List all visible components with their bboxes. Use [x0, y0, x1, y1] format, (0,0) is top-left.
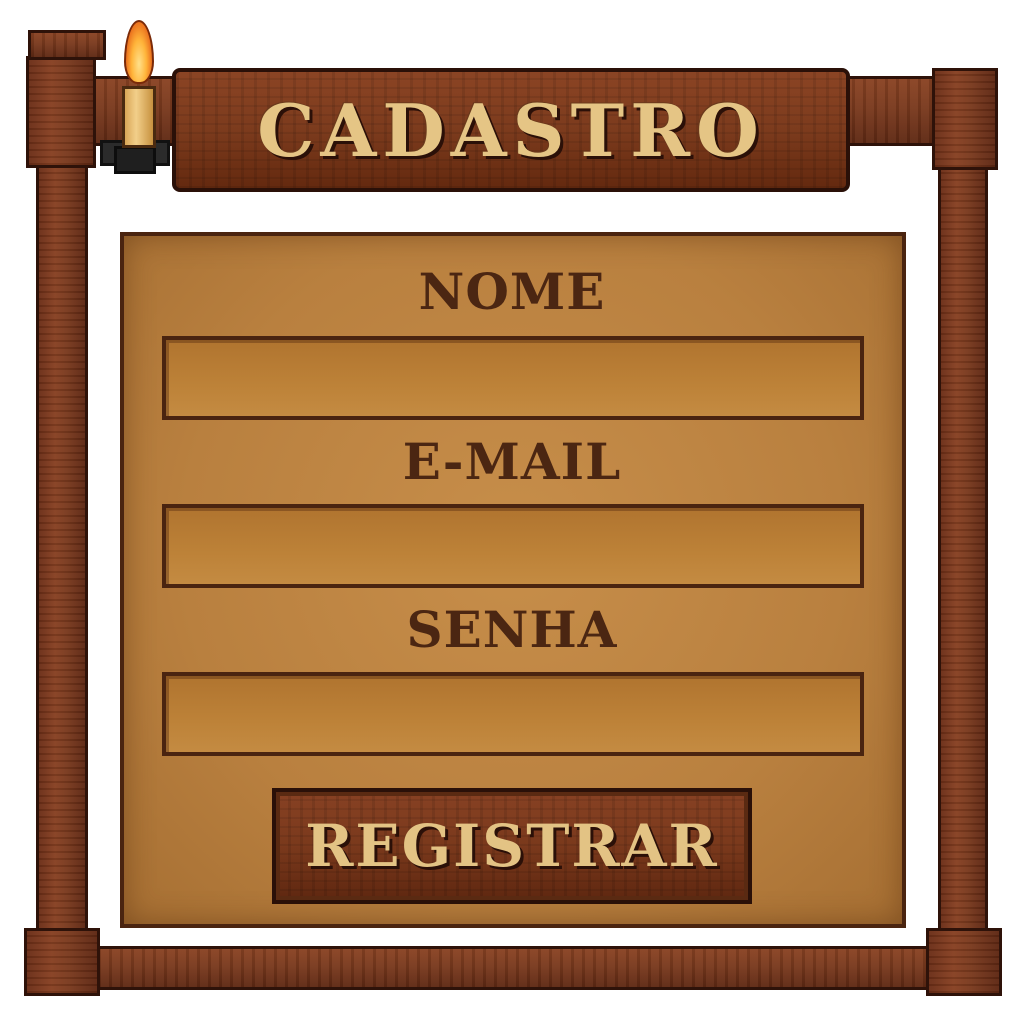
frame-base-right: [926, 928, 1002, 996]
frame-post-right: [938, 90, 988, 940]
name-label: NOME: [418, 262, 606, 321]
name-input[interactable]: [162, 336, 864, 420]
candle-icon: [122, 86, 156, 148]
flame-icon: [124, 20, 154, 84]
page-title: CADASTRO: [257, 87, 765, 173]
title-sign: CADASTRO: [172, 68, 850, 192]
frame-cap-left-top: [28, 30, 106, 60]
password-input[interactable]: [162, 672, 864, 756]
email-label: E-MAIL: [402, 432, 622, 491]
frame-cap-left: [26, 56, 96, 168]
frame-beam-bottom: [40, 946, 990, 990]
register-button[interactable]: REGISTRAR: [272, 788, 752, 904]
frame-cap-right: [932, 68, 998, 170]
registration-screen: CADASTRO NOME E-MAIL SENHA REGISTRAR: [0, 0, 1024, 1024]
candle-cup: [114, 146, 156, 174]
frame-base-left: [24, 928, 100, 996]
email-input[interactable]: [162, 504, 864, 588]
frame-post-left: [36, 60, 88, 940]
password-label: SENHA: [406, 600, 618, 659]
